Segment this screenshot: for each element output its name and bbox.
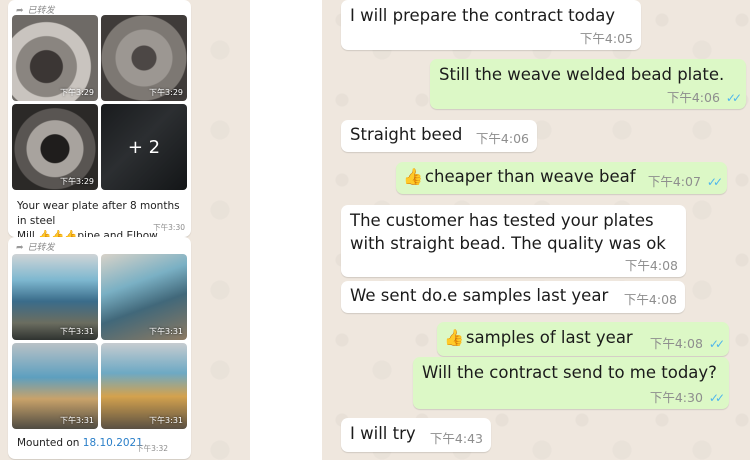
message-time: 下午4:08 (649, 336, 703, 351)
thumbs-up-icon: 👍 (444, 328, 464, 347)
photo-time: 下午3:31 (60, 327, 94, 336)
message-text: 👍 samples of last year (444, 326, 633, 350)
thumbs-up-icon: 👍 (403, 167, 423, 186)
photo-time: 下午3:29 (60, 88, 94, 97)
photo-time: 下午3:31 (149, 416, 183, 425)
message-time: 下午4:07 (647, 174, 701, 189)
message-time: 下午4:06 (666, 90, 720, 105)
photo-thumbnail[interactable]: 下午3:29 (12, 104, 98, 190)
message-text: I will try (350, 424, 416, 443)
outgoing-message[interactable]: Still the weave welded bead plate. 下午4:0… (430, 59, 746, 109)
incoming-message[interactable]: I will prepare the contract today 下午4:05 (341, 0, 641, 50)
more-photos-count: + 2 (101, 104, 187, 190)
message-time: 下午3:30 (153, 223, 185, 232)
incoming-message[interactable]: The customer has tested your plates with… (341, 205, 686, 277)
read-ticks-icon: ✓✓ (725, 91, 742, 105)
message-meta: 下午4:07 ✓✓ (647, 171, 723, 190)
photo-thumbnail[interactable]: 下午3:29 (12, 15, 98, 101)
photo-time: 下午3:31 (149, 327, 183, 336)
message-time: 下午3:32 (136, 444, 168, 453)
photo-thumbnail[interactable]: 下午3:29 (101, 15, 187, 101)
forwarded-photo-message[interactable]: ➦ 已转发 下午3:29 下午3:29 下午3:29 + 2 Your wear … (8, 0, 191, 242)
forward-arrow-icon: ➦ (16, 243, 24, 253)
date-link[interactable]: 18.10.2021 (83, 437, 143, 449)
photo-time: 下午3:29 (149, 88, 183, 97)
photo-thumbnail[interactable]: 下午3:31 (12, 254, 98, 340)
photo-thumbnail-more[interactable]: + 2 (101, 104, 187, 190)
message-meta: 下午4:08 ✓✓ (649, 333, 725, 352)
photo-thumbnail[interactable]: 下午3:31 (12, 343, 98, 429)
incoming-message[interactable]: Straight beed 下午4:06 (341, 120, 537, 152)
message-time: 下午4:43 (429, 431, 483, 446)
photo-time: 下午3:31 (60, 416, 94, 425)
message-text: Still the weave welded bead plate. (439, 65, 725, 84)
outgoing-message[interactable]: 👍 cheaper than weave beaf 下午4:07 ✓✓ (396, 162, 727, 194)
message-time: 下午4:08 (623, 292, 677, 307)
photo-time: 下午3:29 (60, 177, 94, 186)
message-text-line: The customer has tested your plates (350, 211, 654, 230)
incoming-message[interactable]: I will try 下午4:43 (341, 418, 491, 452)
message-time: 下午4:06 (475, 131, 529, 146)
forwarded-label: ➦ 已转发 (16, 243, 55, 253)
message-text: Will the contract send to me today? (422, 363, 717, 382)
outgoing-message[interactable]: Will the contract send to me today? 下午4:… (413, 357, 729, 409)
message-text: Straight beed (350, 125, 463, 144)
outgoing-message[interactable]: 👍 samples of last year 下午4:08 ✓✓ (437, 322, 729, 356)
left-chat-panel: ➦ 已转发 下午3:29 下午3:29 下午3:29 + 2 Your wear … (0, 0, 250, 460)
message-text: We sent do.e samples last year (350, 286, 609, 305)
message-time: 下午4:30 (649, 390, 703, 405)
message-meta: 下午4:30 ✓✓ (649, 387, 725, 406)
message-time: 下午4:08 (624, 258, 678, 273)
photo-caption: Mounted on 18.10.2021 (17, 437, 143, 449)
forwarded-photo-message[interactable]: ➦ 已转发 下午3:31 下午3:31 下午3:31 下午3:31 Mounted… (8, 237, 191, 459)
photo-thumbnail[interactable]: 下午3:31 (101, 254, 187, 340)
right-chat-panel: I will prepare the contract today 下午4:05… (322, 0, 750, 460)
read-ticks-icon: ✓✓ (708, 391, 725, 405)
message-meta: 下午4:06 ✓✓ (666, 87, 742, 106)
read-ticks-icon: ✓✓ (706, 175, 723, 189)
message-text: I will prepare the contract today (350, 6, 616, 25)
message-text-line: with straight bead. The quality was ok (350, 234, 666, 253)
message-text: 👍 cheaper than weave beaf (403, 165, 636, 189)
read-ticks-icon: ✓✓ (708, 337, 725, 351)
incoming-message[interactable]: We sent do.e samples last year 下午4:08 (341, 281, 685, 313)
photo-thumbnail[interactable]: 下午3:31 (101, 343, 187, 429)
message-time: 下午4:05 (579, 31, 633, 46)
